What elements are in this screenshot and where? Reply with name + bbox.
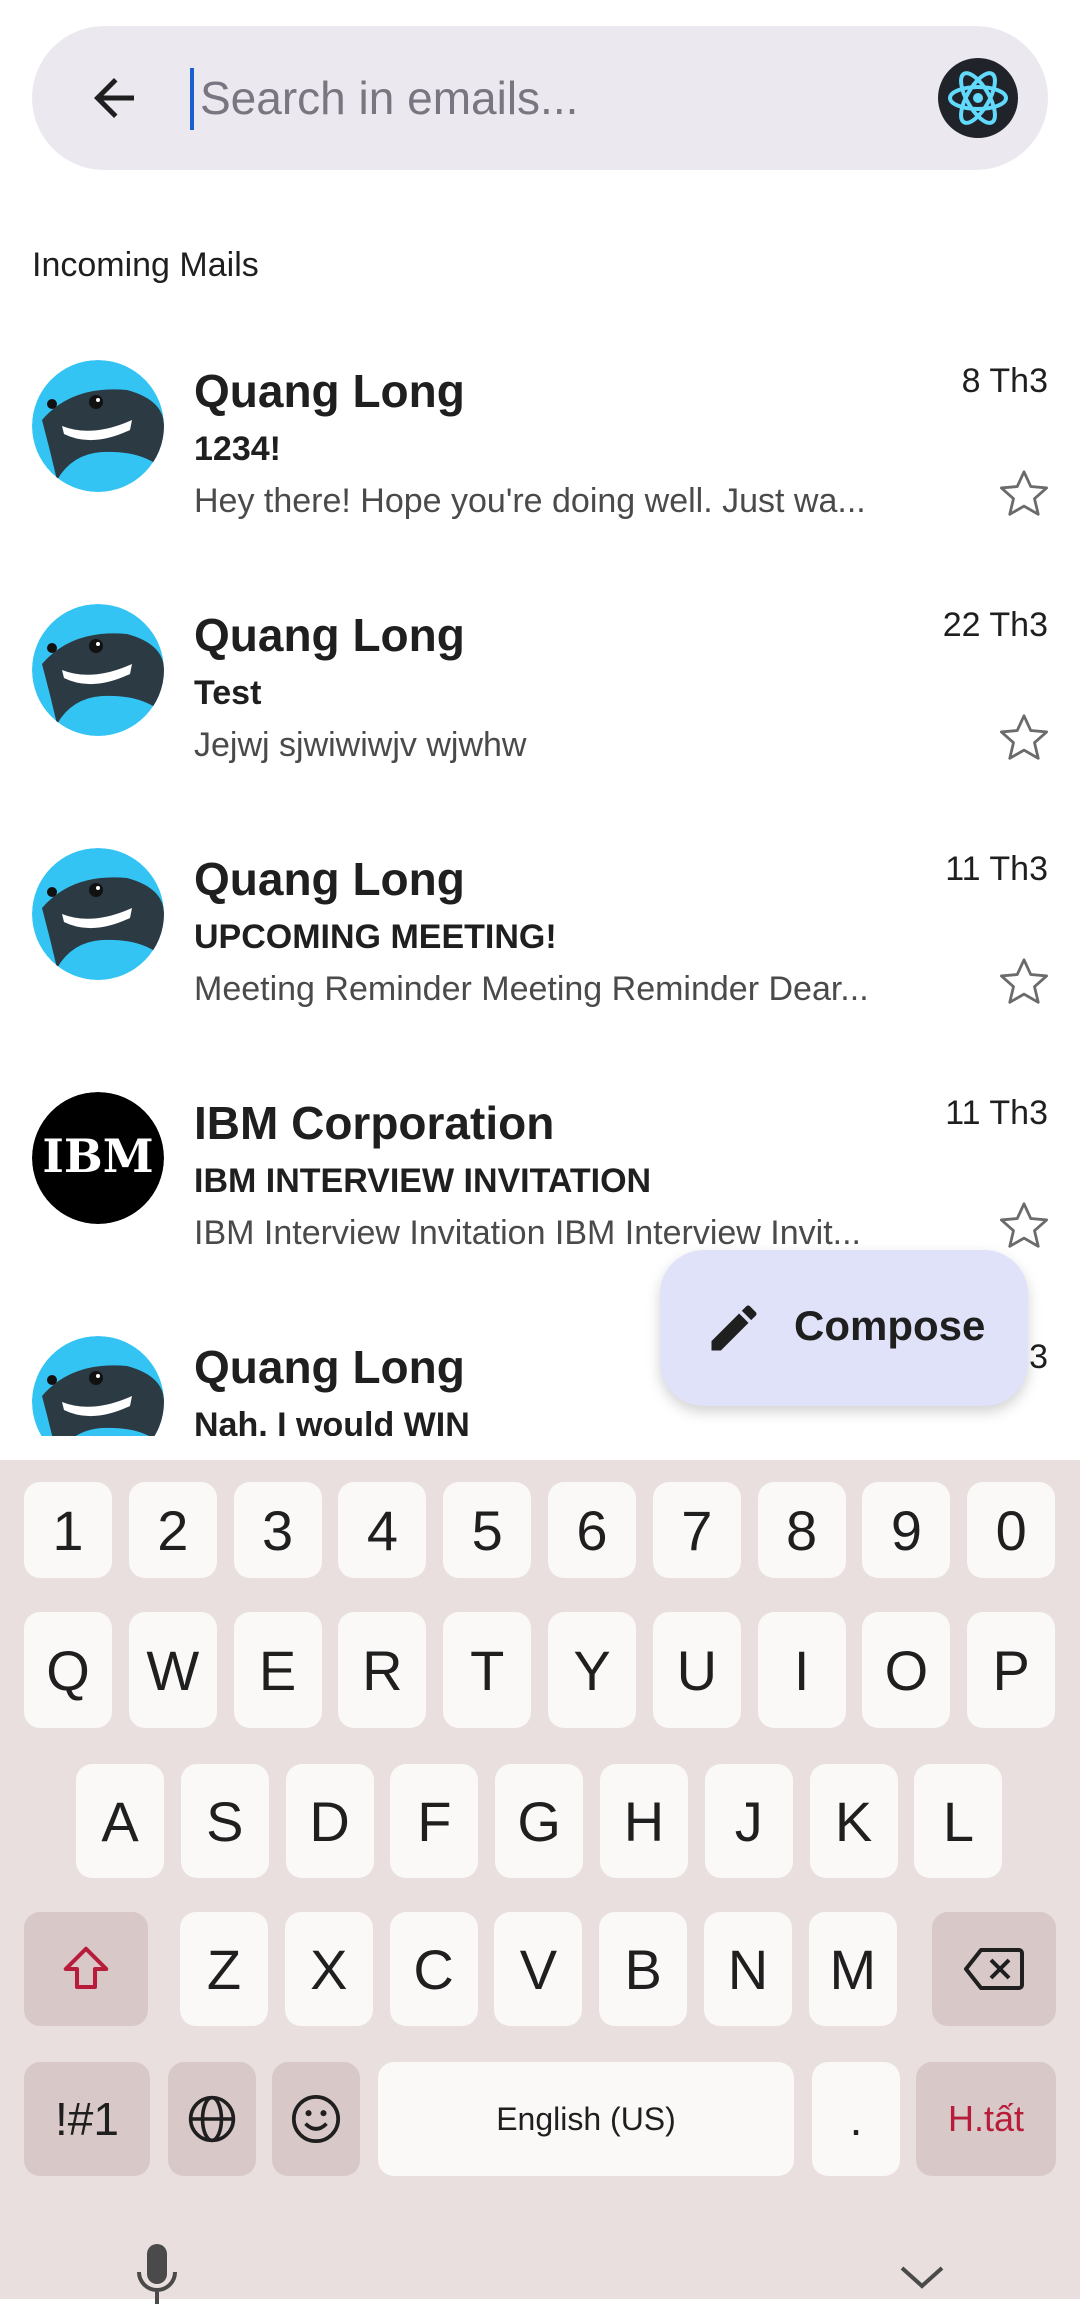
key-3[interactable]: 3 bbox=[233, 1482, 322, 1578]
mail-sender: Quang Long bbox=[194, 365, 465, 417]
key-v[interactable]: V bbox=[494, 1912, 583, 2026]
mail-row[interactable]: Quang Long UPCOMING MEETING! Meeting Remin… bbox=[0, 848, 1080, 1088]
symbols-key[interactable]: !#1 bbox=[24, 2062, 150, 2176]
key-1[interactable]: 1 bbox=[24, 1482, 112, 1578]
mail-row[interactable]: Quang Long 1234! Hey there! Hope you're do… bbox=[0, 360, 1080, 600]
done-key[interactable]: H.tất bbox=[916, 2062, 1056, 2176]
mail-subject: IBM INTERVIEW INVITATION bbox=[194, 1162, 652, 1200]
mail-subject: 1234! bbox=[194, 430, 281, 468]
key-h[interactable]: H bbox=[600, 1764, 688, 1878]
key-w[interactable]: W bbox=[128, 1612, 217, 1728]
key-5[interactable]: 5 bbox=[443, 1482, 532, 1578]
star-icon[interactable] bbox=[996, 466, 1052, 522]
key-g[interactable]: G bbox=[495, 1764, 584, 1878]
key-f[interactable]: F bbox=[390, 1764, 479, 1878]
key-a[interactable]: A bbox=[76, 1764, 164, 1878]
key-d[interactable]: D bbox=[285, 1764, 374, 1878]
search-bar bbox=[32, 26, 1048, 170]
mail-sender: IBM Corporation bbox=[194, 1097, 555, 1149]
key-j[interactable]: J bbox=[704, 1764, 793, 1878]
search-input[interactable] bbox=[200, 56, 940, 140]
star-icon[interactable] bbox=[996, 954, 1052, 1010]
period-key[interactable]: . bbox=[812, 2062, 900, 2176]
mail-subject: UPCOMING MEETING! bbox=[194, 918, 557, 956]
svg-text:IBM: IBM bbox=[42, 1129, 153, 1183]
key-0[interactable]: 0 bbox=[967, 1482, 1056, 1578]
key-i[interactable]: I bbox=[757, 1612, 846, 1728]
globe-icon bbox=[188, 2095, 236, 2143]
ibm-logo-avatar: IBM bbox=[32, 1092, 164, 1224]
star-icon[interactable] bbox=[996, 1198, 1052, 1254]
key-y[interactable]: Y bbox=[548, 1612, 636, 1728]
key-q[interactable]: Q bbox=[24, 1612, 112, 1728]
key-4[interactable]: 4 bbox=[338, 1482, 427, 1578]
back-arrow-icon[interactable] bbox=[84, 68, 144, 128]
key-z[interactable]: Z bbox=[180, 1912, 268, 2026]
key-p[interactable]: P bbox=[967, 1612, 1056, 1728]
compose-label: Compose bbox=[794, 1302, 986, 1349]
key-o[interactable]: O bbox=[862, 1612, 951, 1728]
mail-preview: Jejwj sjwiwiwjv wjwhw bbox=[194, 726, 527, 764]
react-atom-icon[interactable] bbox=[938, 58, 1018, 138]
mail-subject: Nah, I would WIN bbox=[194, 1406, 470, 1436]
microphone-icon[interactable] bbox=[134, 2244, 180, 2304]
mail-preview: Meeting Reminder Meeting Reminder Dear..… bbox=[194, 970, 869, 1008]
backspace-key[interactable] bbox=[932, 1912, 1056, 2026]
backspace-icon bbox=[964, 1948, 1024, 1990]
emoji-icon bbox=[291, 2094, 341, 2144]
chevron-down-icon[interactable] bbox=[898, 2262, 946, 2292]
shift-icon bbox=[63, 1946, 109, 1990]
star-icon[interactable] bbox=[996, 710, 1052, 766]
key-l[interactable]: L bbox=[914, 1764, 1003, 1878]
space-key[interactable]: English (US) bbox=[378, 2062, 794, 2176]
mail-subject: Test bbox=[194, 674, 262, 712]
mail-preview: IBM Interview Invitation IBM Interview I… bbox=[194, 1214, 862, 1252]
key-s[interactable]: S bbox=[180, 1764, 269, 1878]
key-k[interactable]: K bbox=[809, 1764, 898, 1878]
compose-button[interactable]: Compose bbox=[660, 1250, 1028, 1406]
key-b[interactable]: B bbox=[599, 1912, 688, 2026]
mail-date: 11 Th3 bbox=[945, 850, 1048, 888]
key-6[interactable]: 6 bbox=[548, 1482, 636, 1578]
key-2[interactable]: 2 bbox=[128, 1482, 217, 1578]
mail-date: 22 Th3 bbox=[942, 606, 1048, 644]
key-t[interactable]: T bbox=[443, 1612, 532, 1728]
whale-avatar bbox=[32, 604, 164, 736]
key-7[interactable]: 7 bbox=[652, 1482, 741, 1578]
language-key[interactable] bbox=[168, 2062, 256, 2176]
key-c[interactable]: C bbox=[389, 1912, 478, 2026]
mail-row[interactable]: Quang Long Test Jejwj sjwiwiwjv wjwhw 22 Th… bbox=[0, 604, 1080, 844]
key-r[interactable]: R bbox=[338, 1612, 427, 1728]
whale-avatar bbox=[32, 1336, 164, 1436]
whale-avatar bbox=[32, 848, 164, 980]
whale-avatar bbox=[32, 360, 164, 492]
section-title: Incoming Mails bbox=[32, 246, 259, 284]
mail-date: 8 Th3 bbox=[961, 362, 1048, 400]
key-n[interactable]: N bbox=[704, 1912, 792, 2026]
text-cursor bbox=[190, 68, 194, 130]
mail-date: 3 bbox=[1029, 1338, 1048, 1376]
mail-sender: Quang Long bbox=[194, 853, 465, 905]
mail-sender: Quang Long bbox=[194, 609, 465, 661]
key-x[interactable]: X bbox=[284, 1912, 373, 2026]
pencil-icon bbox=[711, 1305, 757, 1351]
mail-sender: Quang Long bbox=[194, 1341, 465, 1393]
key-8[interactable]: 8 bbox=[757, 1482, 846, 1578]
key-9[interactable]: 9 bbox=[862, 1482, 951, 1578]
key-e[interactable]: E bbox=[233, 1612, 322, 1728]
key-u[interactable]: U bbox=[652, 1612, 741, 1728]
shift-key[interactable] bbox=[24, 1912, 148, 2026]
emoji-key[interactable] bbox=[272, 2062, 360, 2176]
key-m[interactable]: M bbox=[808, 1912, 897, 2026]
mail-date: 11 Th3 bbox=[945, 1094, 1048, 1132]
mail-preview: Hey there! Hope you're doing well. Just … bbox=[194, 482, 866, 520]
